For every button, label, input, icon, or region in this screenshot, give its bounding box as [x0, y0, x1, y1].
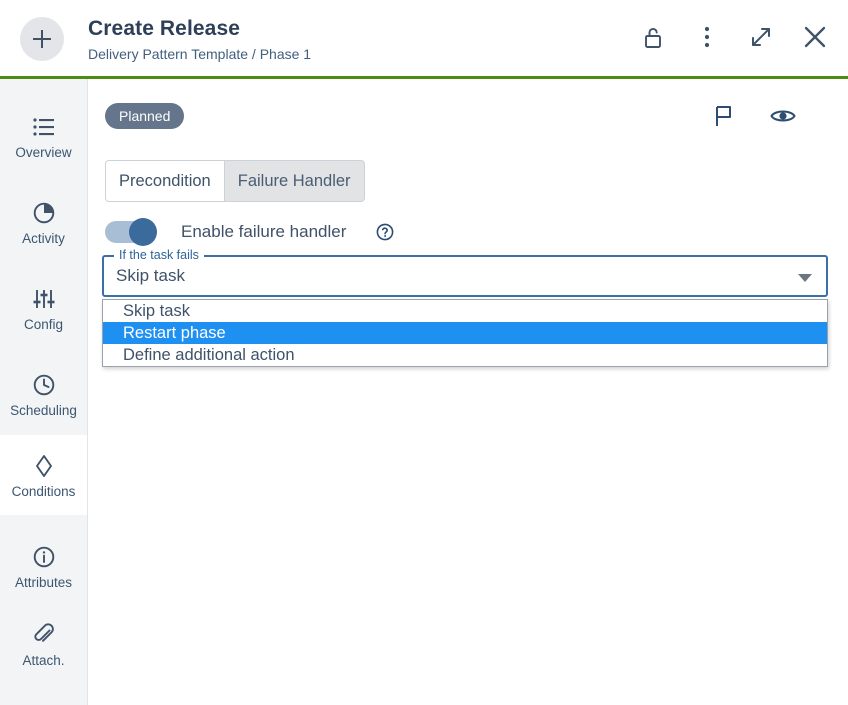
sidebar-item-conditions[interactable]: Conditions: [0, 435, 87, 515]
sidebar-item-scheduling[interactable]: Scheduling: [0, 359, 87, 429]
sidebar-item-label: Overview: [15, 144, 72, 160]
chevron-down-icon[interactable]: [798, 274, 812, 282]
status-badge[interactable]: Planned: [105, 103, 185, 129]
tab-failure-handler[interactable]: Failure Handler: [223, 161, 364, 201]
info-icon: [33, 543, 55, 571]
app-header: Create Release Delivery Pattern Template…: [0, 0, 848, 76]
eye-icon[interactable]: [770, 103, 796, 129]
sidebar-item-activity[interactable]: Activity: [0, 187, 87, 257]
tab-precondition[interactable]: Precondition: [106, 161, 224, 201]
failure-action-value: Skip task: [116, 266, 185, 285]
sidebar-item-attributes[interactable]: Attributes: [0, 531, 87, 601]
sidebar-item-attachments[interactable]: Attach.: [0, 609, 87, 679]
sidebar-item-label: Config: [23, 316, 64, 332]
page-title: Create Release: [88, 17, 240, 40]
close-icon[interactable]: [798, 20, 832, 54]
sidebar: Overview Activity Config Scheduling Cond…: [0, 79, 88, 705]
main-content: Planned Precondition Failure Handler Ena…: [88, 79, 848, 705]
failure-action-select[interactable]: If the task fails Skip task: [102, 248, 828, 297]
failure-action-field: If the task fails Skip task Skip task Re…: [102, 248, 828, 367]
content-actions: [710, 103, 796, 129]
enable-failure-handler-label: Enable failure handler: [181, 222, 347, 241]
option-restart-phase[interactable]: Restart phase: [103, 322, 827, 344]
failure-action-options: Skip task Restart phase Define additiona…: [102, 299, 828, 367]
tab-group: Precondition Failure Handler: [105, 160, 365, 202]
header-actions: [636, 20, 832, 54]
diamond-icon: [34, 452, 54, 480]
sidebar-item-label: Scheduling: [10, 402, 77, 418]
expand-icon[interactable]: [744, 20, 778, 54]
sliders-icon: [33, 289, 54, 308]
sidebar-item-label: Conditions: [11, 483, 76, 499]
breadcrumb: Delivery Pattern Template / Phase 1: [88, 46, 312, 62]
unlock-icon[interactable]: [636, 20, 670, 54]
pie-chart-icon: [33, 199, 55, 227]
clock-icon: [33, 371, 55, 399]
sidebar-item-config[interactable]: Config: [0, 273, 87, 343]
flag-icon[interactable]: [710, 103, 736, 129]
sidebar-item-overview[interactable]: Overview: [0, 101, 87, 171]
toggle-knob: [129, 218, 157, 246]
option-skip-task[interactable]: Skip task: [103, 300, 827, 322]
enable-failure-handler-toggle[interactable]: [105, 218, 157, 246]
paperclip-icon: [33, 621, 55, 649]
more-vertical-icon[interactable]: [690, 20, 724, 54]
sidebar-item-label: Activity: [22, 230, 65, 246]
list-icon: [32, 113, 55, 141]
sidebar-item-label: Attach.: [22, 652, 65, 668]
plus-icon[interactable]: [20, 17, 64, 61]
failure-action-legend: If the task fails: [114, 248, 204, 262]
sidebar-item-label: Attributes: [14, 574, 73, 590]
option-define-additional-action[interactable]: Define additional action: [103, 344, 827, 366]
enable-failure-handler-row: Enable failure handler: [105, 218, 394, 246]
question-circle-icon[interactable]: [376, 223, 394, 241]
